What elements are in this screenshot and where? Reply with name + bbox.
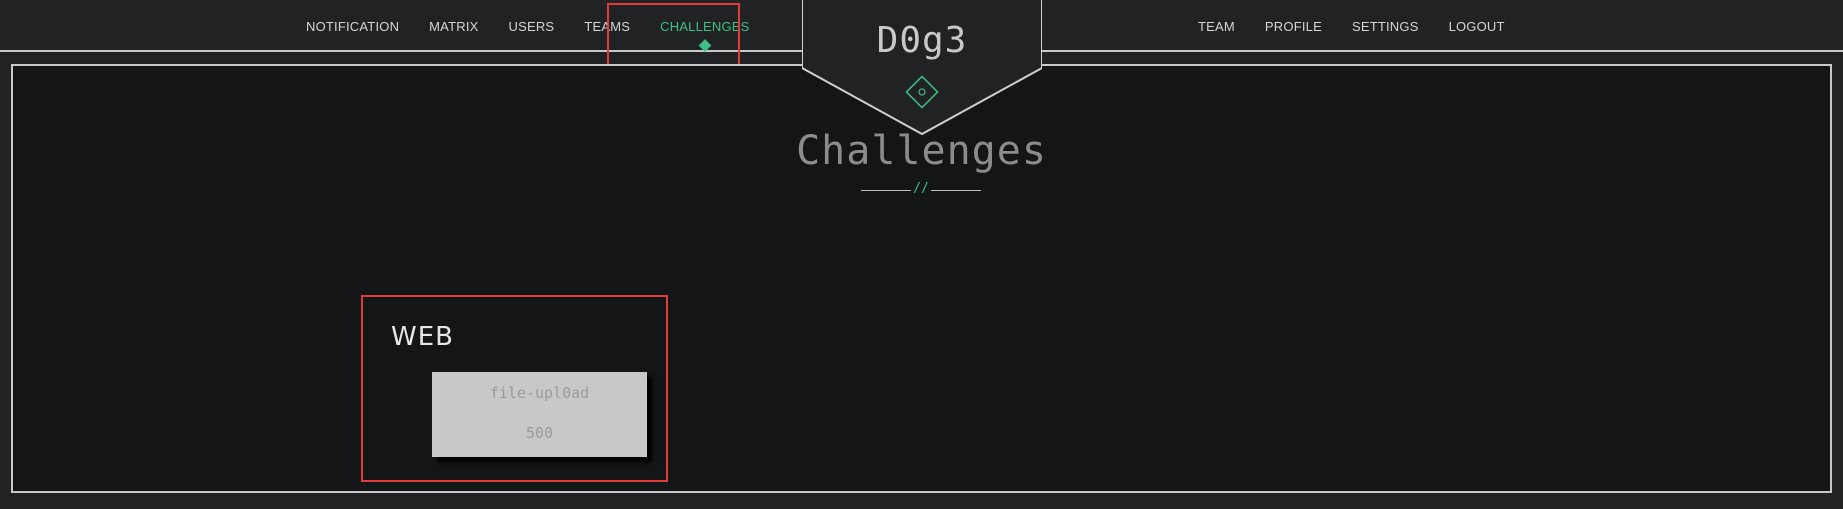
- title-divider: //: [861, 181, 981, 201]
- divider-line-right: [931, 190, 981, 191]
- nav-profile[interactable]: PROFILE: [1265, 19, 1322, 34]
- nav-matrix[interactable]: MATRIX: [429, 19, 478, 34]
- category-title-web: WEB: [391, 322, 454, 352]
- page-title: Challenges: [796, 128, 1047, 174]
- challenge-name: file-upl0ad: [489, 384, 590, 402]
- nav-team[interactable]: TEAM: [1198, 19, 1235, 34]
- divider-mark: //: [913, 181, 929, 196]
- nav-settings[interactable]: SETTINGS: [1352, 19, 1419, 34]
- challenge-card[interactable]: file-upl0ad 500: [432, 372, 647, 457]
- nav-right: TEAM PROFILE SETTINGS LOGOUT: [1198, 0, 1505, 52]
- nav-users[interactable]: USERS: [509, 19, 555, 34]
- nav-notification[interactable]: NOTIFICATION: [306, 19, 399, 34]
- brand-name[interactable]: D0g3: [802, 20, 1042, 61]
- nav-logout[interactable]: LOGOUT: [1449, 19, 1505, 34]
- challenge-points: 500: [525, 424, 554, 442]
